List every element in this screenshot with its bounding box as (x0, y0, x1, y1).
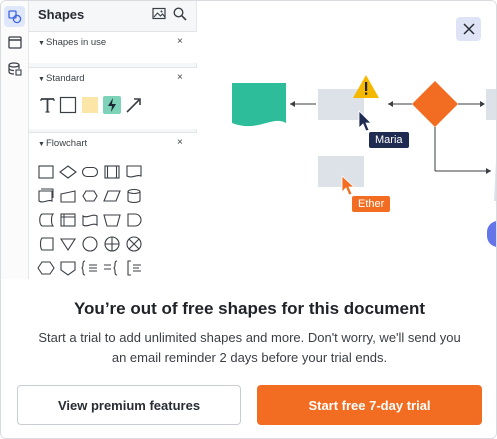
section-shapes-in-use: ▼ Shapes in use × (29, 31, 197, 63)
search-icon[interactable] (173, 7, 187, 26)
annotation-brace-left-icon[interactable] (103, 259, 121, 277)
chevron-down-icon: ▼ (38, 76, 45, 83)
connector-shape-icon[interactable] (81, 235, 99, 253)
rectangle-shape-icon[interactable] (59, 96, 77, 114)
shapes-panel: Shapes ▼ Shapes in use × ▼ Standard × ▼ … (29, 1, 197, 282)
close-button[interactable] (456, 17, 481, 41)
arrow-line-icon[interactable] (125, 96, 143, 114)
section-flowchart: ▼ Flowchart × (29, 132, 197, 282)
paper-tape-icon[interactable] (81, 211, 99, 229)
section-title: Standard (46, 73, 85, 84)
delay-shape-icon[interactable] (125, 211, 143, 229)
hexagon-shape-icon[interactable] (37, 259, 55, 277)
view-premium-features-button[interactable]: View premium features (17, 385, 241, 425)
terminator-shape-icon[interactable] (81, 163, 99, 181)
internal-storage-icon[interactable] (59, 211, 77, 229)
text-shape-icon[interactable] (39, 96, 57, 114)
dialog-body: Start a trial to add unlimited shapes an… (38, 330, 461, 365)
manual-input-icon[interactable] (59, 187, 77, 205)
data-shape-icon[interactable] (103, 187, 121, 205)
page-icon[interactable] (4, 32, 25, 53)
section-header[interactable]: ▼ Standard × (29, 68, 197, 92)
close-icon (462, 23, 475, 35)
annotation-brace-icon[interactable] (81, 259, 99, 277)
image-icon[interactable] (152, 7, 166, 25)
orange-decision-shape (412, 81, 458, 127)
close-section-icon[interactable]: × (177, 137, 183, 148)
multi-document-icon[interactable] (37, 187, 55, 205)
placeholder-box (318, 156, 364, 187)
collaborator-tag-maria: Maria (369, 132, 409, 148)
section-title: Shapes in use (46, 37, 107, 48)
decision-shape-icon[interactable] (59, 163, 77, 181)
section-standard: ▼ Standard × (29, 67, 197, 129)
section-title: Flowchart (46, 138, 88, 149)
cursor-icon (358, 110, 372, 132)
predefined-process-icon[interactable] (103, 163, 121, 181)
data-icon[interactable] (4, 58, 25, 79)
preparation-shape-icon[interactable] (81, 187, 99, 205)
close-section-icon[interactable]: × (177, 36, 183, 47)
off-page-connector-icon[interactable] (59, 259, 77, 277)
close-section-icon[interactable]: × (177, 72, 183, 83)
left-toolbar (1, 1, 29, 281)
lightning-icon[interactable] (103, 96, 121, 114)
process-shape-icon[interactable] (37, 163, 55, 181)
shapes-panel-header: Shapes (29, 1, 197, 28)
summing-junction-icon[interactable] (103, 235, 121, 253)
manual-operation-icon[interactable] (103, 211, 121, 229)
merge-shape-icon[interactable] (59, 235, 77, 253)
display-shape-icon[interactable] (37, 235, 55, 253)
chevron-down-icon: ▼ (38, 40, 45, 47)
section-header[interactable]: ▼ Shapes in use × (29, 32, 197, 56)
panel-title: Shapes (38, 7, 85, 22)
diagram-illustration (232, 75, 496, 201)
stored-data-icon[interactable] (37, 211, 55, 229)
sticky-note-icon[interactable] (81, 96, 99, 114)
section-header[interactable]: ▼ Flowchart × (29, 133, 197, 157)
document-shape-icon[interactable] (125, 163, 143, 181)
teal-document-shape (232, 83, 286, 127)
shapes-icon[interactable] (4, 6, 25, 27)
collaborator-tag-ether: Ether (352, 196, 391, 212)
comment-bracket-icon[interactable] (125, 259, 143, 277)
start-free-trial-button[interactable]: Start free 7-day trial (257, 385, 482, 425)
dialog-headline: You’re out of free shapes for this docum… (73, 299, 426, 318)
diagram-canvas: Maria Ether (198, 1, 496, 281)
chevron-down-icon: ▼ (38, 141, 45, 148)
or-shape-icon[interactable] (125, 235, 143, 253)
upgrade-dialog: Shapes ▼ Shapes in use × ▼ Standard × ▼ … (0, 0, 497, 439)
database-shape-icon[interactable] (125, 187, 143, 205)
